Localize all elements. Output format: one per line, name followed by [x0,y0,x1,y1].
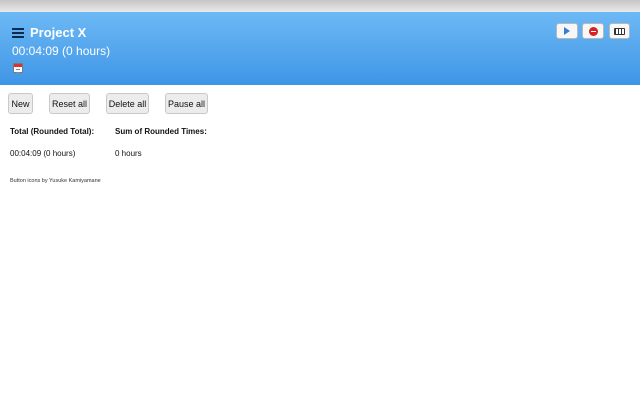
stop-icon [589,27,598,36]
sum-value: 0 hours [115,149,142,158]
icon-credit: Button icons by Yusuke Kamiyamane [10,178,101,184]
calendar-icon[interactable] [13,63,23,73]
keyboard-button[interactable] [609,23,630,39]
keyboard-icon [614,28,625,35]
total-value: 00:04:09 (0 hours) [10,149,75,158]
pause-all-button[interactable]: Pause all [165,93,208,114]
project-title: Project X [30,25,86,40]
play-button[interactable] [556,23,578,39]
hamburger-menu-icon[interactable] [12,28,24,38]
play-icon [564,27,570,35]
total-label: Total (Rounded Total): [10,127,94,136]
delete-all-button[interactable]: Delete all [106,93,149,114]
new-button[interactable]: New [8,93,33,114]
elapsed-time: 00:04:09 (0 hours) [12,44,110,58]
sum-label: Sum of Rounded Times: [115,127,207,136]
app-header: Project X 00:04:09 (0 hours) [0,12,640,85]
window-top-strip [0,0,640,12]
reset-all-button[interactable]: Reset all [49,93,90,114]
stop-button[interactable] [582,23,604,39]
